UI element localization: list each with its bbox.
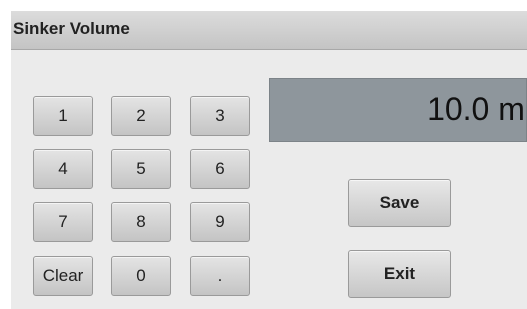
key-1[interactable]: 1 [33,96,93,136]
key-6[interactable]: 6 [190,149,250,189]
clear-button[interactable]: Clear [33,256,93,296]
key-9[interactable]: 9 [190,202,250,242]
key-8[interactable]: 8 [111,202,171,242]
key-2[interactable]: 2 [111,96,171,136]
exit-button[interactable]: Exit [348,250,451,298]
screen: Sinker Volume 1 2 3 4 5 6 7 8 9 Clear 0 … [11,11,527,309]
key-0[interactable]: 0 [111,256,171,296]
title-bar: Sinker Volume [11,11,527,50]
main-panel: 1 2 3 4 5 6 7 8 9 Clear 0 . 10.0 ml Save… [11,50,527,309]
key-7[interactable]: 7 [33,202,93,242]
value-display: 10.0 ml [269,78,527,142]
key-decimal[interactable]: . [190,256,250,296]
volume-value: 10.0 ml [427,91,527,127]
key-3[interactable]: 3 [190,96,250,136]
page-title: Sinker Volume [13,19,130,38]
key-4[interactable]: 4 [33,149,93,189]
save-button[interactable]: Save [348,179,451,227]
key-5[interactable]: 5 [111,149,171,189]
